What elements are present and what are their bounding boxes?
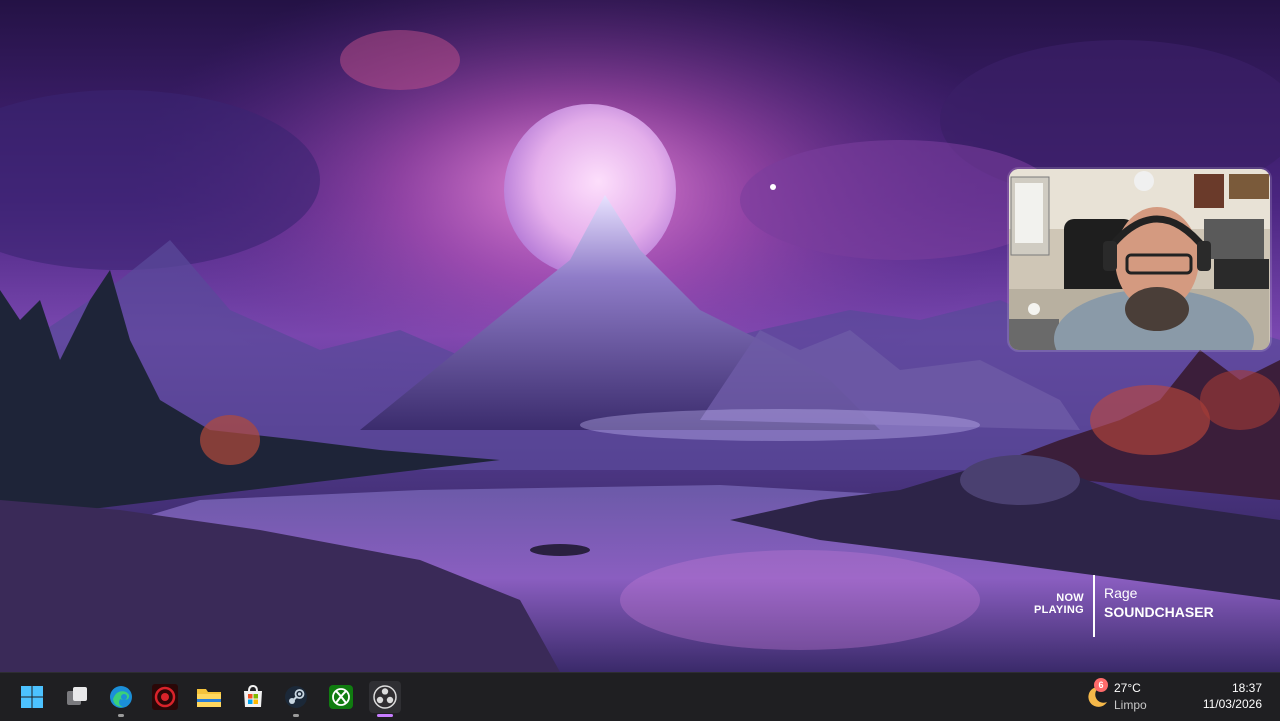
file-explorer-button[interactable] [193,681,225,713]
start-icon [21,686,43,708]
weather-temperature: 27°C [1114,681,1141,695]
now-playing-artist: Rage [1104,585,1138,601]
now-playing-label: NOW PLAYING [1034,592,1084,616]
app-red-icon [152,684,178,710]
steam-button[interactable] [280,681,312,713]
task-view-button[interactable] [61,681,93,713]
task-view-icon [67,687,87,705]
steam-running-indicator [293,714,299,717]
webcam-overlay [1009,169,1270,350]
now-playing-title: SOUNDCHASER [1104,604,1214,620]
now-playing-label-line1: NOW [1056,592,1084,604]
file-explorer-icon [197,689,221,707]
app-red-button[interactable] [149,681,181,713]
microsoft-store-button[interactable] [237,681,269,713]
obs-button[interactable] [369,681,401,713]
clock-time: 18:37 [1231,681,1262,695]
now-playing-widget: NOW PLAYING Rage SOUNDCHASER [1028,575,1228,637]
weather-badge: 6 [1094,678,1108,692]
microsoft-store-icon [244,685,262,707]
steam-icon [285,686,307,708]
edge-running-indicator [118,714,124,717]
webcam-feed-image [1009,169,1270,350]
now-playing-label-line2: PLAYING [1034,604,1084,616]
system-clock[interactable]: 18:37 11/03/2026 [1203,680,1262,712]
xbox-icon [329,685,353,709]
edge-button[interactable] [105,681,137,713]
xbox-button[interactable] [325,681,357,713]
weather-widget[interactable]: 6 27°C Limpo [1082,678,1162,714]
edge-icon [110,686,132,708]
clock-date: 11/03/2026 [1202,697,1262,711]
now-playing-divider [1093,575,1095,637]
obs-icon [373,685,397,709]
obs-active-indicator [377,714,393,717]
start-button[interactable] [16,681,48,713]
weather-condition: Limpo [1114,698,1147,712]
